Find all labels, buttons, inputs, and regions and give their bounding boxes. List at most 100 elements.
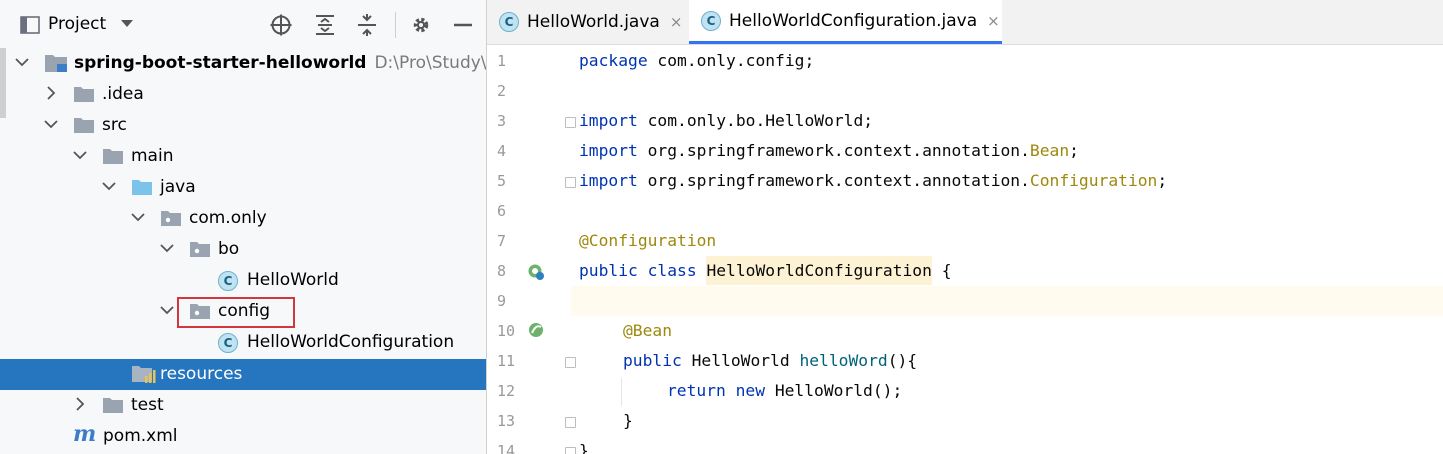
line-number: 6	[497, 202, 507, 220]
chevron-down-icon[interactable]	[120, 19, 134, 29]
tree-item-label: HelloWorld	[247, 270, 339, 290]
tree-item-label: test	[131, 395, 164, 415]
class-name-highlight: HelloWorldConfiguration	[706, 256, 932, 285]
gear-icon[interactable]	[410, 14, 432, 36]
collapse-all-icon[interactable]	[356, 14, 378, 36]
editor-tabs: C HelloWorld.java × C HelloWorldConfigur…	[487, 0, 1443, 45]
tree-item-helloworldconfiguration[interactable]: C HelloWorldConfiguration	[0, 327, 486, 358]
code-line-5[interactable]: import org.springframework.context.annot…	[579, 171, 1167, 190]
tree-item-helloworld[interactable]: C HelloWorld	[0, 265, 486, 296]
maven-icon: m	[73, 421, 97, 447]
code-line-10[interactable]: @Bean	[623, 321, 672, 340]
spring-bean-icon[interactable]	[527, 321, 545, 339]
tree-item-com-only[interactable]: com.only	[0, 203, 486, 234]
code-line-1[interactable]: package com.only.config;	[579, 51, 814, 70]
editor: C HelloWorld.java × C HelloWorldConfigur…	[487, 0, 1443, 454]
code-line-11[interactable]: public HelloWorld helloWord(){	[623, 351, 917, 370]
code-line-3[interactable]: import com.only.bo.HelloWorld;	[579, 111, 873, 130]
tree-item-java[interactable]: java	[0, 172, 486, 203]
class-icon: C	[218, 333, 238, 353]
fold-marker[interactable]	[565, 447, 576, 454]
chevron-down-icon[interactable]	[100, 177, 118, 195]
line-number: 3	[497, 112, 507, 130]
project-path: D:\Pro\Study\spring	[374, 53, 486, 73]
line-number: 9	[497, 292, 507, 310]
code-line-12[interactable]: return new HelloWorld();	[667, 381, 902, 400]
tab-helloworldconfiguration-java[interactable]: C HelloWorldConfiguration.java ×	[689, 0, 1002, 44]
fold-marker[interactable]	[565, 117, 576, 128]
tree-item-main[interactable]: main	[0, 141, 486, 172]
tree-item-label: bo	[218, 239, 240, 259]
package-icon	[190, 242, 210, 257]
chevron-down-icon[interactable]	[158, 239, 176, 257]
line-number: 4	[497, 142, 507, 160]
tree-item-resources[interactable]: resources	[0, 359, 486, 390]
tree-item-label: HelloWorldConfiguration	[247, 332, 455, 352]
chevron-down-icon[interactable]	[42, 115, 60, 133]
tree-item-label: resources	[160, 364, 243, 384]
indent-guide	[621, 378, 622, 406]
tree-item-label: main	[131, 146, 174, 166]
module-folder-icon	[45, 55, 67, 72]
folder-icon	[103, 149, 123, 164]
fold-marker[interactable]	[565, 417, 576, 428]
folder-icon	[74, 118, 94, 133]
class-icon: C	[701, 10, 721, 31]
line-number: 10	[497, 322, 516, 340]
project-panel-title[interactable]: Project	[48, 14, 106, 34]
close-icon[interactable]: ×	[987, 12, 1000, 30]
code-line-14[interactable]: }	[579, 441, 589, 454]
header-divider	[395, 12, 396, 38]
minimize-icon[interactable]	[452, 14, 474, 36]
chevron-right-icon[interactable]	[42, 84, 60, 102]
expand-all-icon[interactable]	[314, 14, 336, 36]
current-line-highlight	[571, 286, 1443, 316]
project-panel: Project spring-boot-starter-helloworld D…	[0, 0, 486, 454]
tree-item-idea[interactable]: .idea	[0, 79, 486, 110]
annotation-highlight-box	[177, 297, 295, 328]
code-line-7[interactable]: @Configuration	[579, 231, 716, 250]
fold-marker[interactable]	[565, 177, 576, 188]
tree-item-pom-xml[interactable]: m pom.xml	[0, 421, 486, 452]
class-icon: C	[218, 271, 238, 291]
chevron-down-icon[interactable]	[71, 146, 89, 164]
tree-item-project-root[interactable]: spring-boot-starter-helloworld D:\Pro\Stu…	[0, 48, 486, 79]
line-number: 7	[497, 232, 507, 250]
line-number: 13	[497, 412, 516, 430]
line-number: 14	[497, 442, 516, 454]
tab-helloworld-java[interactable]: C HelloWorld.java ×	[487, 0, 687, 44]
tab-label: HelloWorld.java	[527, 12, 660, 32]
tree-item-label: java	[160, 177, 196, 197]
tree-item-label: pom.xml	[103, 426, 178, 446]
spring-bean-icon[interactable]	[527, 263, 545, 281]
tree-item-test[interactable]: test	[0, 390, 486, 421]
folder-icon	[103, 398, 123, 413]
code-line-4[interactable]: import org.springframework.context.annot…	[579, 141, 1079, 160]
tab-label: HelloWorldConfiguration.java	[729, 10, 978, 31]
source-folder-icon	[132, 180, 152, 195]
tree-item-bo[interactable]: bo	[0, 234, 486, 265]
tree-item-label: src	[102, 115, 127, 135]
code-line-8[interactable]: public class HelloWorldConfiguration {	[579, 256, 952, 285]
chevron-down-icon[interactable]	[158, 301, 176, 319]
tree-item-label: spring-boot-starter-helloworld D:\Pro\Stu…	[74, 53, 486, 73]
chevron-down-icon[interactable]	[13, 53, 31, 71]
package-icon	[161, 211, 181, 226]
class-icon: C	[499, 12, 519, 32]
line-number: 2	[497, 82, 507, 100]
project-window-icon[interactable]	[20, 15, 40, 35]
code-line-13[interactable]: }	[623, 411, 633, 430]
line-number: 1	[497, 52, 507, 70]
fold-marker[interactable]	[565, 357, 576, 368]
chevron-right-icon[interactable]	[71, 395, 89, 413]
line-number: 12	[497, 382, 516, 400]
tree-item-src[interactable]: src	[0, 110, 486, 141]
tree-item-label: .idea	[102, 84, 144, 104]
resources-folder-icon	[132, 366, 156, 383]
locate-icon[interactable]	[270, 14, 292, 36]
close-icon[interactable]: ×	[670, 13, 683, 31]
chevron-down-icon[interactable]	[129, 208, 147, 226]
tree-item-label: com.only	[189, 208, 267, 228]
line-number: 5	[497, 172, 507, 190]
project-panel-header: Project	[0, 0, 486, 48]
